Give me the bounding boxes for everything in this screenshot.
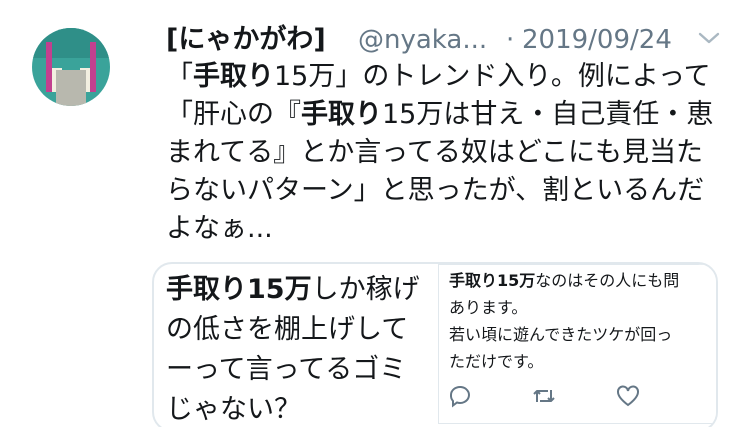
media-line: ただけです。 [449,352,544,371]
display-name[interactable]: [にゃかがわ] [166,22,326,58]
retweet-icon [533,390,555,402]
media-line: あります。 [449,298,528,317]
avatar-detail [56,70,86,106]
tweet-line: 「手取り15万」のトレンド入り。例によって [166,61,711,92]
separator-dot: · [506,25,515,55]
like-icon [617,385,639,407]
media-image-left: 手取り15万しか稼げ の低さを棚上げして ーって言ってるゴミ じゃない？ [166,270,434,427]
avatar-detail [90,42,96,92]
tweet-line: まれてる』とか言ってる奴はどこにも見当た [166,137,704,168]
media-line: じゃない？ [166,394,301,425]
media-line: ーって言ってるゴミ [166,354,407,385]
tweet-line: 「肝心の『手取り15万は甘え・自己責任・恵 [166,99,714,130]
tweet-date[interactable]: 2019/09/24 [522,22,672,58]
media-line: 手取り15万なのはその人にも問 [449,271,680,290]
media-line: 手取り15万しか稼げ [166,274,420,305]
tweet-line: らないパターン」と思ったが、割といるんだ [166,175,705,206]
chevron-down-icon[interactable] [696,28,722,48]
media-line: 若い頃に遊んできたツケが回っ [449,325,673,344]
media-line: の低さを棚上げして [166,314,409,345]
tweet-text: 「手取り15万」のトレンド入り。例によって 「肝心の『手取り15万は甘え・自己責… [166,58,736,248]
tweet-line: よなぁ... [166,213,273,244]
user-handle[interactable]: @nyaka... [358,22,487,58]
reply-icon [449,385,470,408]
embedded-actions [439,383,716,413]
avatar[interactable] [32,28,110,106]
tweet-header: [にゃかがわ] @nyaka... · 2019/09/24 [166,22,726,58]
media-image-right: 手取り15万なのはその人にも問 あります。 若い頃に遊んできたツケが回っ ただけ… [438,264,716,424]
avatar-hair [32,28,110,58]
media-attachment[interactable]: 手取り15万しか稼げ の低さを棚上げして ーって言ってるゴミ じゃない？ 手取り… [152,262,718,427]
